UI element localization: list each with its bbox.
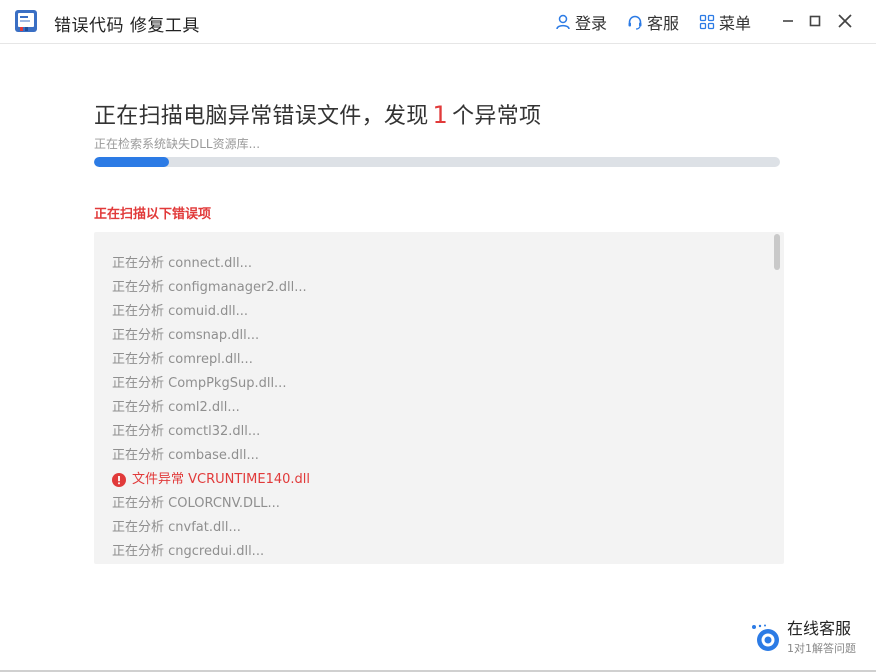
- scan-item: 正在分析 CompPkgSup.dll...: [112, 372, 310, 396]
- scan-item: 正在分析 comsnap.dll...: [112, 324, 310, 348]
- scan-item: 正在分析 comuid.dll...: [112, 300, 310, 324]
- customer-service-button[interactable]: 客服: [627, 11, 679, 33]
- scan-progress-bar: [94, 157, 780, 167]
- scan-item: 正在分析 cnvfat.dll...: [112, 516, 310, 540]
- minimize-icon: [783, 20, 793, 22]
- scan-item: 正在分析 connect.dll...: [112, 252, 310, 276]
- minimize-button[interactable]: [776, 9, 800, 33]
- scan-item-text: 文件异常 VCRUNTIME140.dll: [132, 472, 311, 487]
- close-icon: [838, 14, 852, 28]
- scan-item: 正在分析 COLORCNV.DLL...: [112, 492, 310, 516]
- grid-menu-icon: [699, 14, 715, 30]
- menu-label: 菜单: [719, 14, 752, 33]
- user-icon: [556, 14, 570, 30]
- scan-item: 正在分析 combase.dll...: [112, 444, 310, 468]
- title-bar: 错误代码 修复工具 登录 客服 菜单: [0, 0, 876, 44]
- maximize-icon: [809, 15, 821, 27]
- error-alert-icon: [112, 473, 126, 487]
- scan-item-text: 正在分析 connect.dll...: [112, 256, 252, 271]
- scan-results-list: 正在分析 connect.dll... 正在分析 configmanager2.d…: [112, 252, 310, 564]
- anomaly-count: 1: [432, 101, 449, 129]
- service-label: 客服: [647, 14, 680, 33]
- scan-item: 正在分析 comrepl.dll...: [112, 348, 310, 372]
- scrollbar-thumb[interactable]: [774, 234, 780, 270]
- support-chat-icon: [750, 620, 782, 659]
- scan-item: 正在分析 cngcredui.dll...: [112, 540, 310, 564]
- scan-item-text: 正在分析 CompPkgSup.dll...: [112, 376, 287, 391]
- heading-prefix: 正在扫描电脑异常错误文件，发现: [94, 104, 429, 129]
- scan-item-text: 正在分析 comrepl.dll...: [112, 352, 253, 367]
- scan-progress-fill: [94, 157, 170, 167]
- scan-item: 正在分析 comctl32.dll...: [112, 420, 310, 444]
- section-label: 正在扫描以下错误项: [94, 207, 212, 222]
- app-logo-icon: [14, 9, 38, 33]
- scan-item-text: 正在分析 coml2.dll...: [112, 400, 240, 415]
- heading-suffix: 个异常项: [452, 104, 542, 129]
- scan-heading: 正在扫描电脑异常错误文件，发现 1 个异常项: [94, 98, 541, 130]
- scan-item-text: 正在分析 COLORCNV.DLL...: [112, 496, 280, 511]
- scan-status-text: 正在检索系统缺失DLL资源库...: [94, 137, 261, 151]
- menu-button[interactable]: 菜单: [699, 11, 751, 33]
- scan-error-item: 文件异常 VCRUNTIME140.dll: [112, 468, 310, 492]
- login-button[interactable]: 登录: [555, 11, 607, 33]
- scan-item-text: 正在分析 configmanager2.dll...: [112, 280, 307, 295]
- scan-item-text: 正在分析 cngcredui.dll...: [112, 544, 265, 559]
- scan-item-text: 正在分析 comctl32.dll...: [112, 424, 261, 439]
- close-button[interactable]: [833, 9, 857, 33]
- app-title: 错误代码 修复工具: [54, 16, 200, 36]
- scan-item-text: 正在分析 cnvfat.dll...: [112, 520, 241, 535]
- support-subtitle: 1对1解答问题: [787, 642, 856, 655]
- scan-results-panel[interactable]: 正在分析 connect.dll... 正在分析 configmanager2.d…: [94, 232, 784, 564]
- scan-item: 正在分析 coml2.dll...: [112, 396, 310, 420]
- scan-item-text: 正在分析 combase.dll...: [112, 448, 259, 463]
- online-support-widget[interactable]: 在线客服 1对1解答问题: [750, 612, 870, 662]
- scan-item-text: 正在分析 comuid.dll...: [112, 304, 249, 319]
- scan-item: 正在分析 configmanager2.dll...: [112, 276, 310, 300]
- login-label: 登录: [575, 14, 608, 33]
- maximize-button[interactable]: [803, 9, 827, 33]
- support-title: 在线客服: [787, 619, 852, 638]
- headset-icon: [628, 15, 642, 30]
- scan-item-text: 正在分析 comsnap.dll...: [112, 328, 260, 343]
